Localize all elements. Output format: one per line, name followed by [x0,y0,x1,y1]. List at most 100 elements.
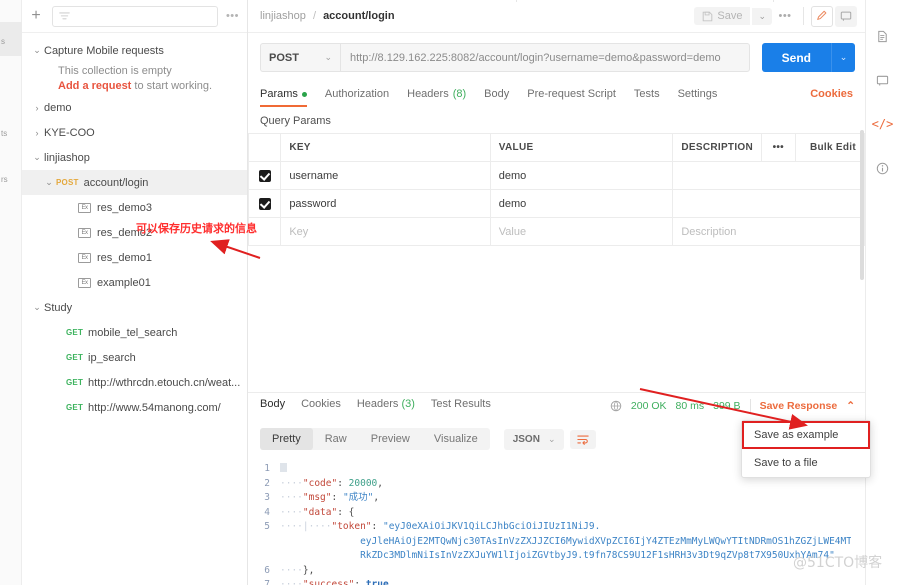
resp-tab-cookies[interactable]: Cookies [301,398,341,410]
response-body-code[interactable]: 1 2 ····"code": 20000, 3 ····"msg": "成功"… [260,462,851,585]
json-punct: : [354,579,366,585]
comment-button[interactable] [835,5,857,27]
empty-note-line2: Add a request to start working. [58,79,247,94]
row-key[interactable]: password [280,189,491,218]
method-value: POST [269,51,299,64]
url-input[interactable]: http://8.129.162.225:8082/account/login?… [340,43,750,72]
add-a-request-link[interactable]: Add a request [58,80,131,92]
row-description[interactable] [672,161,865,190]
wrap-lines-button[interactable] [570,429,597,449]
json-key: "data" [302,506,338,518]
format-value: JSON [512,433,540,445]
response-format-select[interactable]: JSON ⌄ [503,428,565,450]
empty-collection-note: This collection is empty Add a request t… [22,63,247,95]
table-more-button[interactable]: ••• [761,133,796,162]
line-number: 3 [264,492,270,503]
edit-button[interactable] [811,5,833,27]
send-button[interactable]: Send [761,43,831,72]
tab-pre-request-script[interactable]: Pre-request Script [527,81,616,107]
chevron-right-icon[interactable]: › [30,103,44,113]
placeholder-key[interactable]: Key [280,217,491,246]
row-checkbox[interactable] [258,169,271,182]
save-dropdown-button[interactable]: ⌄ [752,7,772,25]
header-more-button[interactable]: ••• [774,6,796,27]
tree-item-capture-mobile-requests[interactable]: ⌄ Capture Mobile requests [22,38,247,63]
bulk-edit-button[interactable]: Bulk Edit [795,133,866,162]
tree-item-label: http://www.54manong.com/ [88,401,221,414]
menu-item-save-as-example[interactable]: Save as example [742,421,870,449]
header-checkbox-cell [247,133,282,162]
tree-item-label: res_demo3 [97,201,153,214]
view-mode-raw[interactable]: Raw [313,428,359,450]
comments-button[interactable] [866,58,898,102]
edge-item-1[interactable]: ts [0,122,22,144]
tab-headers[interactable]: Headers (8) [407,81,466,107]
tab-settings[interactable]: Settings [678,81,718,107]
save-response-button[interactable]: Save Response [760,400,838,412]
fold-marker-icon[interactable] [280,463,287,472]
placeholder-value[interactable]: Value [490,217,674,246]
row-key[interactable]: username [280,161,491,190]
tab-tests[interactable]: Tests [634,81,660,107]
header-divider [803,7,804,25]
tree-item-kye-coo[interactable]: › KYE-COO [22,120,247,145]
sidebar-filter-input[interactable] [52,5,218,27]
tree-item-ip-search[interactable]: GET ip_search [22,345,247,370]
edge-item-2[interactable]: rs [0,168,22,190]
tree-item-res-demo3[interactable]: Ex res_demo3 [22,195,247,220]
method-select[interactable]: POST ⌄ [260,43,340,72]
row-value[interactable]: demo [490,189,674,218]
resp-tab-test-results[interactable]: Test Results [431,398,491,410]
chevron-down-icon[interactable]: ⌄ [30,45,44,56]
view-mode-visualize[interactable]: Visualize [422,428,490,450]
code-snippet-button[interactable]: </> [866,102,898,146]
tree-item-study[interactable]: ⌄ Study [22,295,247,320]
line-number: 4 [264,506,270,518]
chevron-down-icon[interactable]: ⌄ [42,177,56,188]
tree-item-demo[interactable]: › demo [22,95,247,120]
wrap-lines-icon [577,435,590,445]
documentation-button[interactable] [866,14,898,58]
method-badge-get: GET [66,378,84,387]
tree-item-res-demo1[interactable]: Ex res_demo1 [22,245,247,270]
view-mode-pretty[interactable]: Pretty [260,428,313,450]
menu-item-save-to-a-file[interactable]: Save to a file [742,449,870,477]
breadcrumb-collection[interactable]: linjiashop [260,10,306,22]
placeholder-description[interactable]: Description [672,217,865,246]
send-dropdown-button[interactable]: ⌄ [831,43,855,72]
cookies-link[interactable]: Cookies [810,88,853,100]
tab-params-label: Params [260,88,298,100]
request-tab-stub[interactable] [516,0,774,2]
save-button[interactable]: Save [694,7,751,25]
tree-item-example01[interactable]: Ex example01 [22,270,247,295]
json-bool: true [365,579,389,585]
tree-item-label: mobile_tel_search [88,326,178,339]
new-item-button[interactable]: + [28,8,44,24]
row-checkbox[interactable] [258,197,271,210]
row-value[interactable]: demo [490,161,674,190]
view-mode-preview[interactable]: Preview [359,428,422,450]
resp-tab-body[interactable]: Body [260,398,285,410]
resp-tab-headers[interactable]: Headers (3) [357,398,415,410]
sidebar-more-button[interactable]: ••• [226,10,239,22]
tab-params[interactable]: Params [260,81,307,107]
tree-item-54manong[interactable]: GET http://www.54manong.com/ [22,395,247,420]
tree-item-label: account/login [83,176,149,189]
tree-item-mobile-tel-search[interactable]: GET mobile_tel_search [22,320,247,345]
chevron-right-icon[interactable]: › [30,128,44,138]
chevron-down-icon[interactable]: ⌄ [30,152,44,163]
tree-item-wthrcdn[interactable]: GET http://wthrcdn.etouch.cn/weat... [22,370,247,395]
request-scrollbar[interactable] [860,130,864,280]
tree-item-linjiashop[interactable]: ⌄ linjiashop [22,145,247,170]
query-params-title: Query Params [260,115,331,127]
tab-authorization[interactable]: Authorization [325,81,389,107]
code-line: 2 ····"code": 20000, [260,477,851,492]
tab-body[interactable]: Body [484,81,509,107]
tree-item-account-login[interactable]: ⌄ POST account/login [22,170,247,195]
row-description[interactable] [672,189,865,218]
info-icon [876,162,889,174]
edge-item-0[interactable]: s [0,30,22,52]
chevron-down-icon[interactable]: ⌄ [30,302,44,313]
save-response-caret-icon[interactable]: ⌃ [846,400,855,412]
info-button[interactable] [866,146,898,190]
